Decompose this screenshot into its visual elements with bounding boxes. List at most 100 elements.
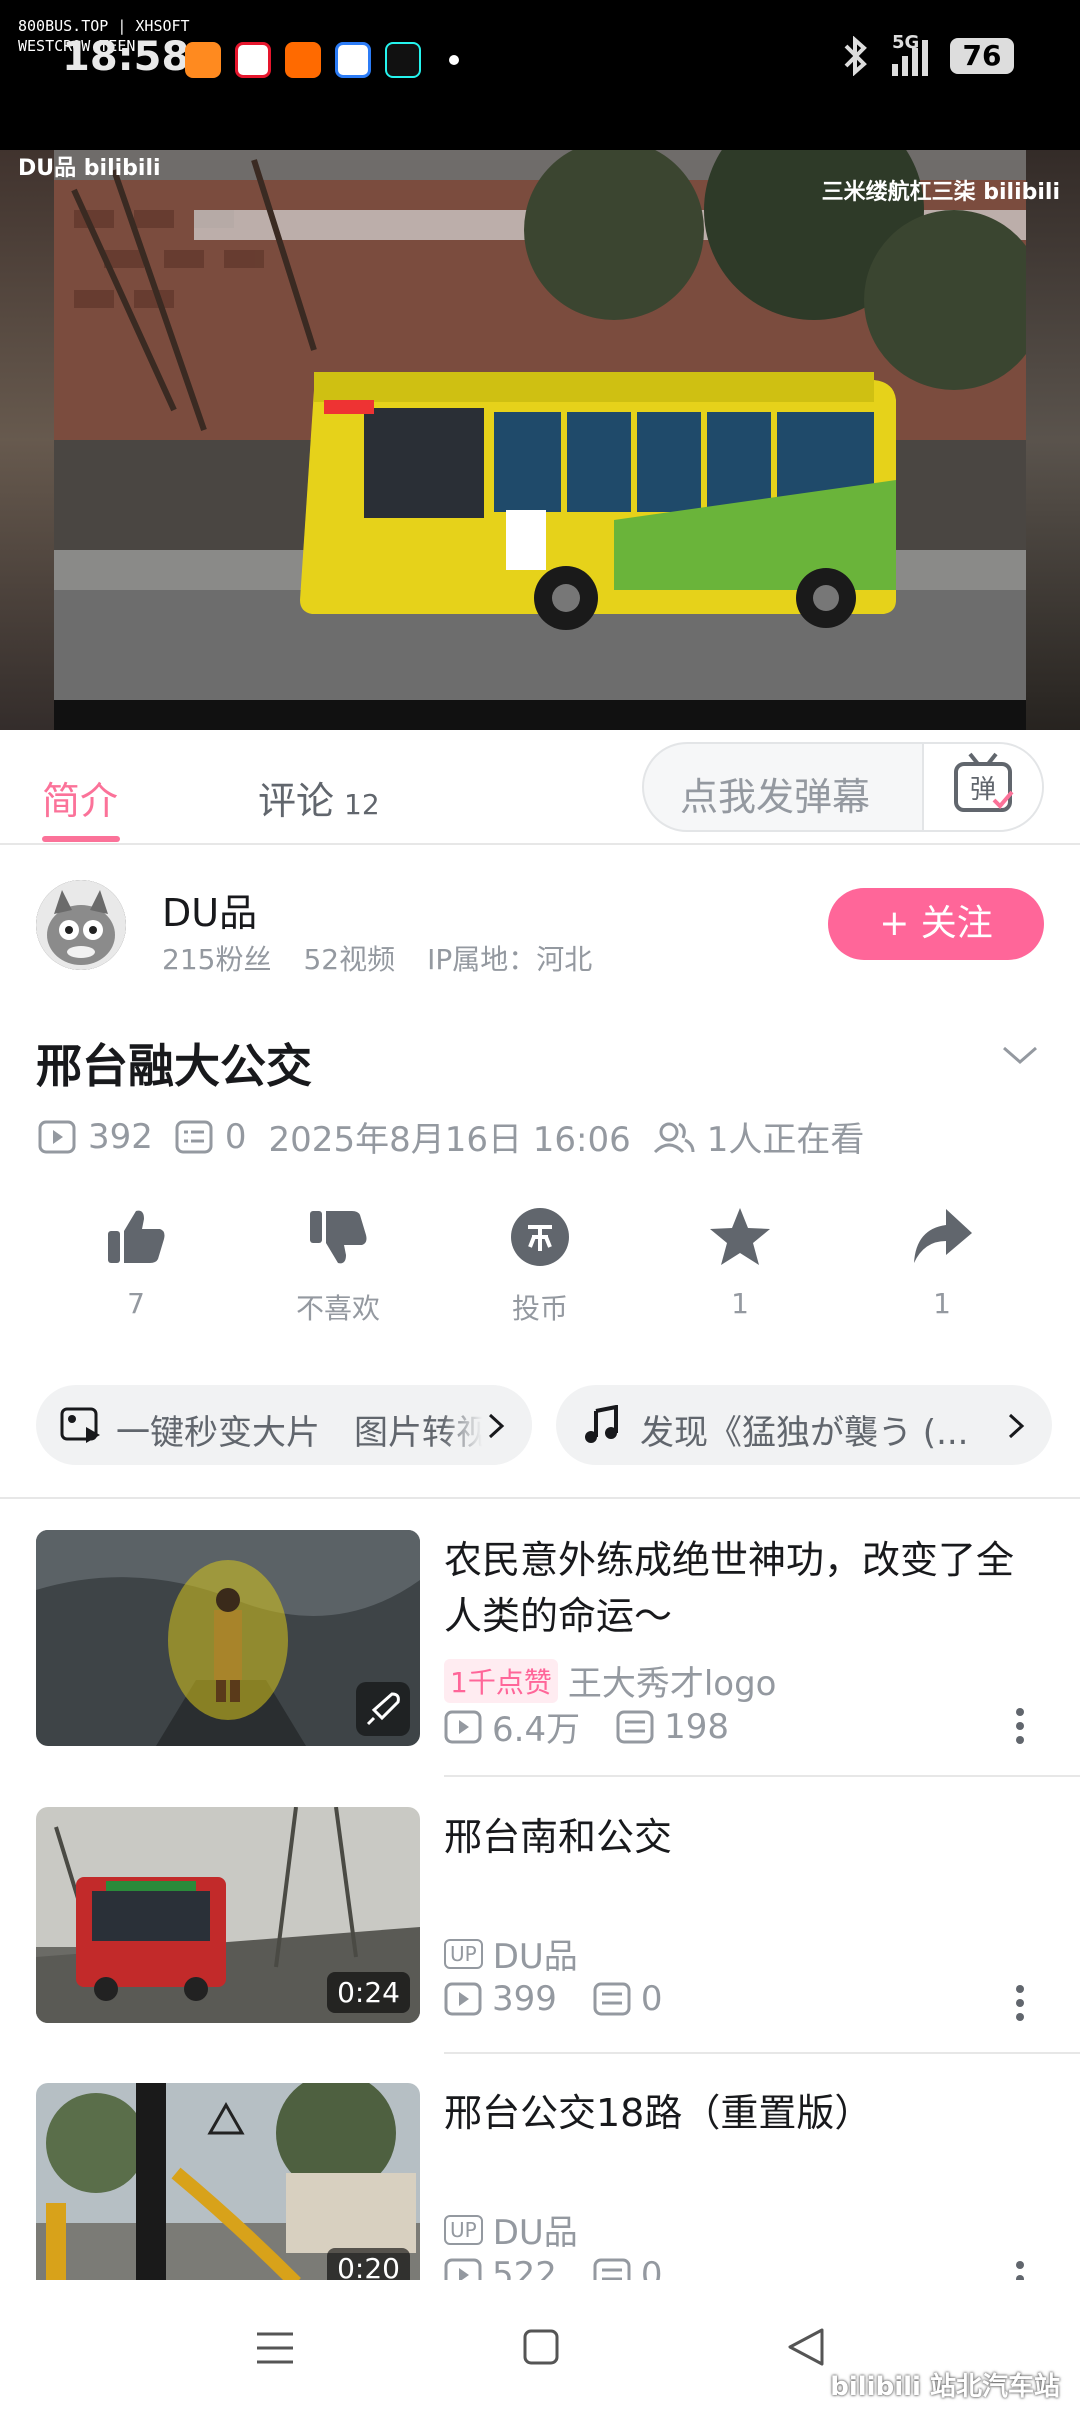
- system-icons: 5G 76: [842, 32, 1014, 76]
- like-button[interactable]: 7: [66, 1205, 206, 1320]
- thumbs-up-icon: [108, 1210, 165, 1263]
- comments-count: 12: [344, 788, 380, 821]
- video-watermark-left: DU品 bilibili: [18, 156, 161, 181]
- signal-icon: 5G: [892, 32, 928, 76]
- app-orange-icon: [185, 42, 221, 78]
- rocket-badge-icon: [356, 1682, 410, 1736]
- svg-text:弹: 弹: [970, 775, 996, 805]
- recommendation-stats: 522 0: [444, 2255, 663, 2280]
- footer-watermark: bilibili 站北汽车站: [830, 2372, 1060, 2402]
- recommendation-stats: 399 0: [444, 1979, 663, 2019]
- danmaku-toggle-button[interactable]: 弹: [922, 744, 1042, 830]
- music-pill[interactable]: 发现《猛独が襲う (...: [556, 1385, 1052, 1465]
- cloud-app-icon: [335, 42, 371, 78]
- watermark-line1: 800BUS.TOP | XHSOFT: [18, 17, 190, 35]
- bluetooth-icon: [844, 36, 867, 76]
- recommendation-views: 399: [492, 1979, 557, 2019]
- video-stats: 392 0 2025年8月16日 16:06 1人正在看: [38, 1112, 886, 1161]
- tiktok-icon: [385, 42, 421, 78]
- list-item[interactable]: 农民意外练成绝世神功，改变了全人类的命运～ 1千点赞 王大秀才logo 6.4万…: [0, 1530, 1080, 1780]
- recommendation-title: 邢台南和公交: [444, 1815, 673, 1859]
- image-to-video-icon: [60, 1407, 100, 1443]
- tab-comments[interactable]: 评论 12: [258, 770, 380, 825]
- recommendation-views: 6.4万: [492, 1710, 581, 1750]
- more-options-icon[interactable]: [1012, 1983, 1028, 2023]
- up-badge-icon: UP: [444, 2214, 483, 2245]
- likes-badge: 1千点赞: [444, 1658, 558, 1703]
- recent-apps-icon[interactable]: [255, 2328, 295, 2368]
- video-duration: 0:24: [327, 1972, 410, 2013]
- tab-intro[interactable]: 简介: [42, 770, 118, 825]
- video-thumbnail: [36, 1530, 420, 1746]
- recommendation-title: 农民意外练成绝世神功，改变了全人类的命运～: [444, 1538, 1015, 1638]
- recommendation-title: 邢台公交18路（重置版）: [444, 2091, 873, 2135]
- network-label: 5G: [892, 32, 920, 53]
- clock: 18:58: [62, 34, 190, 80]
- battery-icon: 76: [950, 38, 1014, 74]
- recommendation-author: DU品: [492, 2213, 578, 2253]
- share-button[interactable]: 1: [872, 1205, 1012, 1320]
- fans-count: 215粉丝: [162, 943, 272, 976]
- list-item[interactable]: 0:20 邢台公交18路（重置版） UP DU品 522 0: [0, 2083, 1080, 2280]
- video-watermark-right: 三米缕航杠三柒 bilibili: [821, 180, 1060, 205]
- notification-icons: [185, 42, 459, 78]
- danmaku-count-icon: [593, 2258, 631, 2280]
- follow-button[interactable]: + 关注: [828, 888, 1044, 960]
- favorite-button[interactable]: 1: [670, 1205, 810, 1320]
- list-item[interactable]: 0:24 邢台南和公交 UP DU品 399 0: [0, 1807, 1080, 2057]
- dislike-button[interactable]: 不喜欢: [268, 1205, 408, 1327]
- dislike-label: 不喜欢: [295, 1292, 380, 1325]
- more-options-icon[interactable]: [1012, 1706, 1028, 1746]
- recommendation-author-line: UP DU品: [444, 1929, 578, 1978]
- home-icon[interactable]: [522, 2328, 560, 2366]
- share-arrow-icon: [914, 1209, 972, 1263]
- recommendation-author: DU品: [492, 1937, 578, 1977]
- ip-location: IP属地：河北: [427, 943, 593, 976]
- up-badge-icon: UP: [444, 1938, 483, 1969]
- more-options-icon[interactable]: [1012, 2259, 1028, 2280]
- video-player[interactable]: DU品 bilibili 三米缕航杠三柒 bilibili: [0, 150, 1080, 730]
- tab-underline: [42, 836, 120, 842]
- danmaku-placeholder: 点我发弹幕: [680, 775, 871, 819]
- back-icon[interactable]: [786, 2326, 826, 2368]
- action-bar: 7 不喜欢 投币 1 1: [0, 1205, 1080, 1335]
- thumbs-down-icon: [310, 1211, 367, 1264]
- chevron-right-icon: [488, 1413, 505, 1439]
- avatar[interactable]: [36, 880, 126, 970]
- video-title: 邢台融大公交: [36, 1039, 312, 1093]
- tab-comments-label: 评论: [258, 779, 335, 823]
- danmaku-tv-icon: 弹: [954, 752, 1014, 812]
- list-divider: [444, 1775, 1080, 1777]
- uploader-section: DU品 215粉丝 52视频 IP属地：河北 + 关注: [0, 870, 1080, 980]
- coin-button[interactable]: 投币: [470, 1205, 610, 1327]
- star-icon: [710, 1208, 770, 1265]
- recommendation-stats: 6.4万 198: [444, 1702, 729, 1751]
- video-count: 52视频: [303, 943, 396, 976]
- status-bar: 800BUS.TOP | XHSOFT WESTCROW TEEN 18:58 …: [0, 0, 1080, 150]
- music-note-icon: [585, 1405, 618, 1443]
- section-divider: [0, 1497, 1080, 1499]
- danmaku-count-icon: [175, 1120, 213, 1153]
- video-blur-right: [1026, 150, 1080, 730]
- recommendation-danmaku: 0: [640, 2255, 663, 2280]
- coin-icon: [511, 1208, 569, 1266]
- video-thumbnail: 0:24: [36, 1807, 420, 2023]
- danmaku-count-icon: [616, 1710, 654, 1743]
- expand-chevron-icon[interactable]: [1000, 1040, 1040, 1074]
- uploader-meta: 215粉丝 52视频 IP属地：河北: [162, 938, 592, 978]
- more-notifications-icon: [449, 55, 459, 65]
- uploader-name[interactable]: DU品: [162, 882, 257, 937]
- like-count: 7: [127, 1287, 145, 1320]
- play-count-icon: [444, 1710, 482, 1743]
- music-pill-label: 发现《猛独が襲う (...: [640, 1413, 969, 1453]
- danmaku-input[interactable]: 点我发弹幕 弹: [642, 742, 1044, 832]
- favorite-count: 1: [731, 1287, 749, 1320]
- recommendation-danmaku: 0: [640, 1979, 663, 2019]
- publish-date: 2025年8月16日 16:06: [268, 1120, 631, 1160]
- weibo-icon: [235, 42, 271, 78]
- danmaku-count: 0: [224, 1116, 247, 1157]
- recommendation-author-line: 1千点赞 王大秀才logo: [444, 1656, 776, 1705]
- play-count-icon: [444, 2258, 482, 2280]
- ai-video-pill[interactable]: 一键秒变大片 图片转视: [36, 1385, 532, 1465]
- share-count: 1: [933, 1287, 951, 1320]
